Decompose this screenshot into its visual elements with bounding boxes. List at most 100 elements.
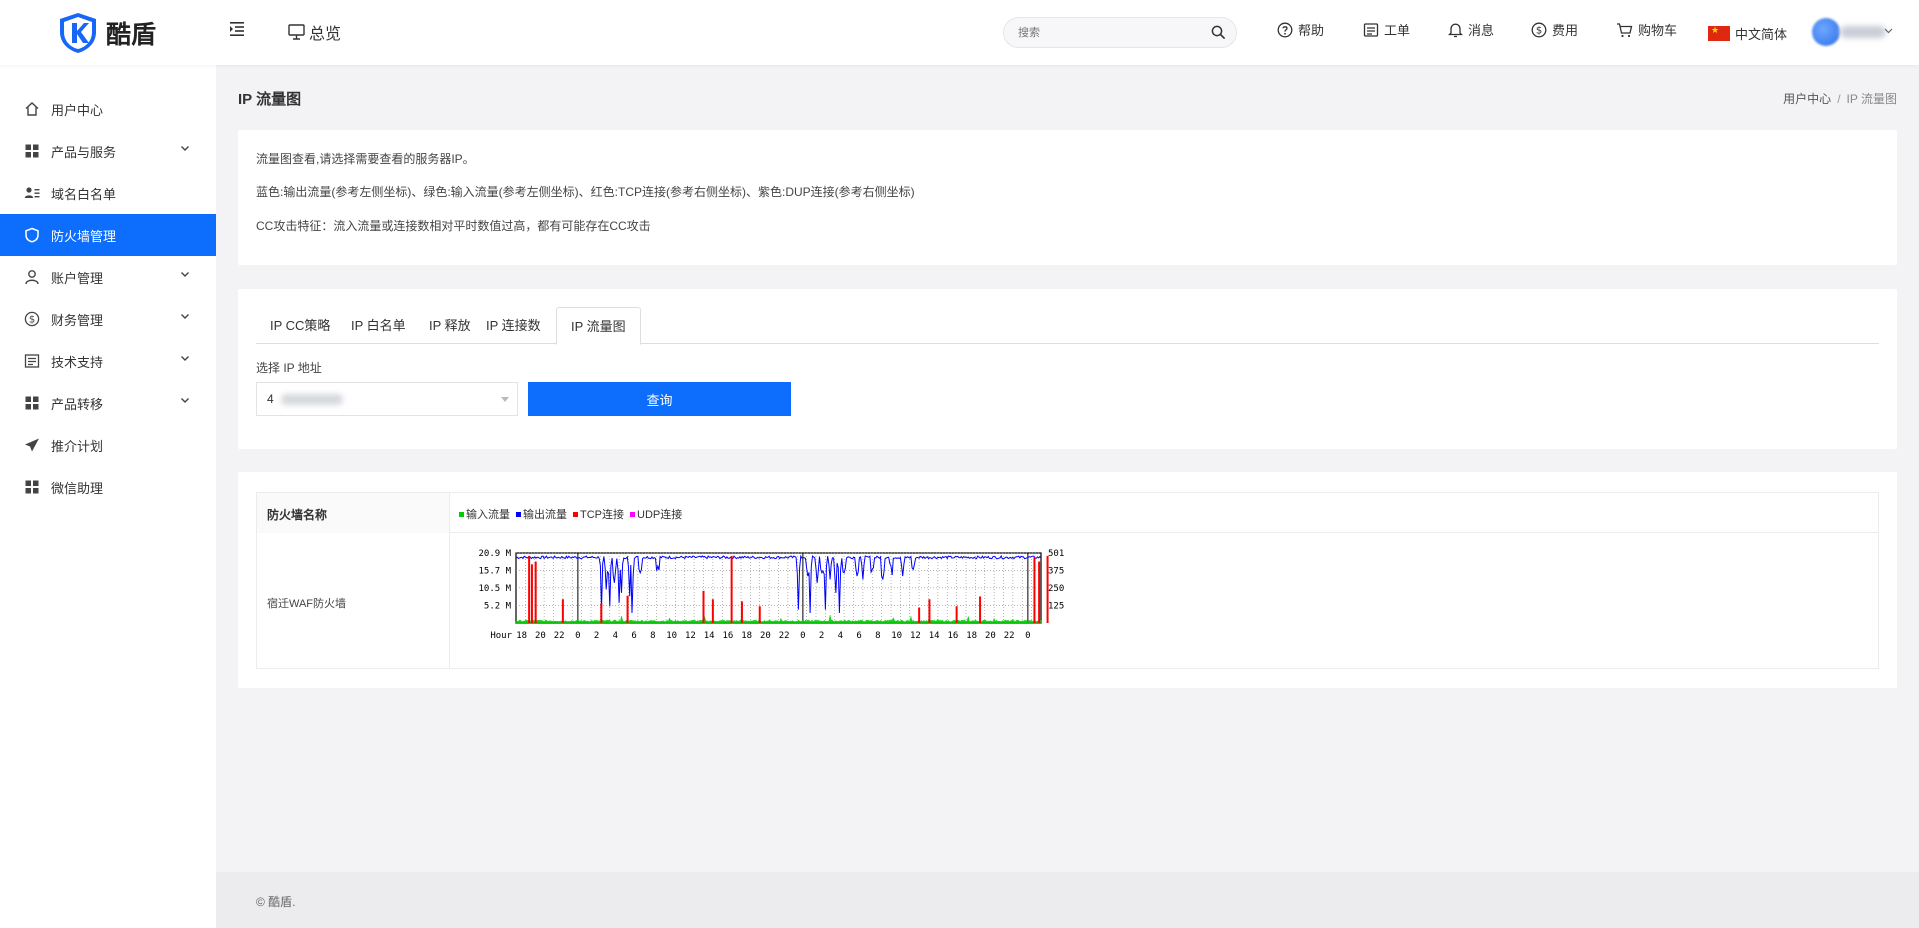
x-axis-tick: 22 — [554, 631, 565, 641]
breadcrumb-current: IP 流量图 — [1846, 92, 1897, 106]
ticket-icon — [1363, 22, 1379, 37]
x-axis-tick: 14 — [704, 631, 715, 641]
info-line-2: 蓝色:输出流量(参考左侧坐标)、绿色:输入流量(参考左侧坐标)、红色:TCP连接… — [256, 185, 915, 199]
x-axis-tick: 16 — [722, 631, 733, 641]
x-axis-tick: 12 — [685, 631, 696, 641]
overview-link[interactable]: 总览 — [288, 20, 341, 44]
x-axis-tick: 10 — [891, 631, 902, 641]
copyright: © 酷盾. — [256, 895, 296, 909]
sidebar-item-3[interactable]: 防火墙管理 — [0, 214, 216, 256]
firewall-table: 防火墙名称 输入流量 输出流量 TCP连接 UDP连接 宿迁WAF防火墙 20.… — [256, 492, 1879, 669]
chevron-down-icon[interactable] — [1884, 28, 1893, 34]
ticket-label: 工单 — [1384, 23, 1411, 38]
tcp-connection-spike — [530, 564, 533, 623]
tab-bar: IP CC策略 IP 白名单 IP 释放 IP 连接数 IP 流量图 — [256, 307, 1879, 345]
cart-link[interactable]: 购物车 — [1616, 20, 1677, 39]
chevron-down-icon — [181, 272, 189, 277]
help-label: 帮助 — [1298, 23, 1325, 38]
sidebar-item-0[interactable]: 用户中心 — [0, 88, 216, 130]
sidebar-item-6[interactable]: 技术支持 — [0, 340, 216, 382]
x-axis-tick: 16 — [947, 631, 958, 641]
language-switch[interactable]: 中文简体 — [1708, 24, 1787, 43]
dollar-circle-icon: $ — [1531, 22, 1547, 37]
collapse-menu-icon[interactable] — [228, 20, 246, 38]
grid-icon — [24, 479, 40, 495]
svg-text:$: $ — [1536, 25, 1542, 36]
billing-label: 费用 — [1552, 23, 1579, 38]
cart-icon — [1617, 22, 1633, 37]
help-link[interactable]: 帮助 — [1277, 20, 1324, 39]
search-input[interactable] — [1004, 18, 1194, 47]
tcp-connection-spike — [702, 590, 705, 623]
right-axis-tick: 501 — [1048, 549, 1064, 559]
left-axis-tick: 5.2 M — [484, 602, 512, 612]
x-axis-tick: 4 — [613, 631, 618, 641]
language-label: 中文简体 — [1735, 27, 1788, 42]
tcp-connection-spike — [730, 555, 733, 623]
x-axis-tick: 20 — [985, 631, 996, 641]
tcp-connection-spike — [711, 599, 714, 623]
sidebar-item-label: 微信助理 — [51, 480, 104, 496]
ip-select-label: 选择 IP 地址 — [256, 361, 322, 375]
x-axis-tick: 8 — [875, 631, 880, 641]
sidebar-item-label: 用户中心 — [51, 102, 104, 118]
message-link[interactable]: 消息 — [1448, 20, 1494, 39]
brand-name: 酷盾 — [106, 20, 157, 49]
tcp-connection-spike — [528, 555, 531, 623]
right-axis-tick: 375 — [1048, 567, 1064, 577]
x-axis-tick: 6 — [631, 631, 636, 641]
x-axis-tick: 22 — [1004, 631, 1015, 641]
search-box[interactable] — [1003, 17, 1237, 48]
chevron-down-icon — [181, 146, 189, 151]
x-axis-tick: 14 — [929, 631, 940, 641]
breadcrumb-home[interactable]: 用户中心 — [1783, 92, 1831, 106]
firewall-name-header: 防火墙名称 — [257, 493, 450, 533]
query-button[interactable]: 查询 — [528, 382, 791, 416]
tab-ip-whitelist[interactable]: IP 白名单 — [337, 307, 420, 344]
breadcrumb: 用户中心 / IP 流量图 — [1783, 92, 1897, 106]
sidebar-item-5[interactable]: $ 财务管理 — [0, 298, 216, 340]
ip-redacted — [281, 394, 343, 405]
left-axis-tick: 20.9 M — [478, 549, 511, 559]
legend-tcp-connections: TCP连接 — [573, 506, 624, 522]
shield-logo-icon — [60, 13, 96, 53]
billing-link[interactable]: $ 费用 — [1531, 20, 1578, 39]
sidebar-item-label: 财务管理 — [51, 312, 104, 328]
bell-icon — [1448, 23, 1463, 37]
tab-ip-traffic-graph[interactable]: IP 流量图 — [556, 307, 641, 345]
legend-input-traffic: 输入流量 — [459, 506, 510, 522]
tcp-connection-spike — [1033, 557, 1036, 623]
cart-label: 购物车 — [1638, 23, 1678, 38]
help-circle-icon — [1277, 22, 1293, 37]
search-icon[interactable] — [1211, 25, 1226, 40]
sidebar-item-label: 产品与服务 — [51, 144, 117, 160]
sidebar-item-9[interactable]: 微信助理 — [0, 466, 216, 508]
sidebar-item-4[interactable]: 账户管理 — [0, 256, 216, 298]
sidebar-item-8[interactable]: 推介计划 — [0, 424, 216, 466]
user-list-icon — [24, 185, 40, 201]
x-axis-tick: 2 — [594, 631, 599, 641]
ip-address-select[interactable]: 4 — [256, 382, 518, 416]
chevron-down-icon — [181, 398, 189, 403]
sidebar-item-7[interactable]: 产品转移 — [0, 382, 216, 424]
sidebar-item-label: 产品转移 — [51, 396, 104, 412]
tab-ip-cc-policy[interactable]: IP CC策略 — [256, 307, 344, 344]
brand-logo[interactable]: 酷盾 — [58, 12, 156, 54]
monitor-icon — [288, 24, 305, 40]
firewall-table-header: 防火墙名称 输入流量 输出流量 TCP连接 UDP连接 — [257, 493, 1878, 533]
info-line-3: CC攻击特征：流入流量或连接数相对平时数值过高，都有可能存在CC攻击 — [256, 219, 651, 233]
sidebar-item-label: 账户管理 — [51, 270, 104, 286]
sidebar-item-label: 域名白名单 — [51, 186, 117, 202]
x-axis-tick: 18 — [966, 631, 977, 641]
sidebar-item-label: 推介计划 — [51, 438, 104, 454]
sidebar-item-2[interactable]: 域名白名单 — [0, 172, 216, 214]
x-axis-tick: 8 — [650, 631, 655, 641]
ticket-link[interactable]: 工单 — [1363, 20, 1410, 39]
sidebar-item-1[interactable]: 产品与服务 — [0, 130, 216, 172]
chevron-down-icon — [181, 314, 189, 319]
sidebar-item-label: 技术支持 — [51, 354, 104, 370]
grid-icon — [24, 143, 40, 159]
tab-ip-connections[interactable]: IP 连接数 — [472, 307, 555, 344]
x-axis-tick: 12 — [910, 631, 921, 641]
user-avatar[interactable] — [1812, 18, 1840, 46]
